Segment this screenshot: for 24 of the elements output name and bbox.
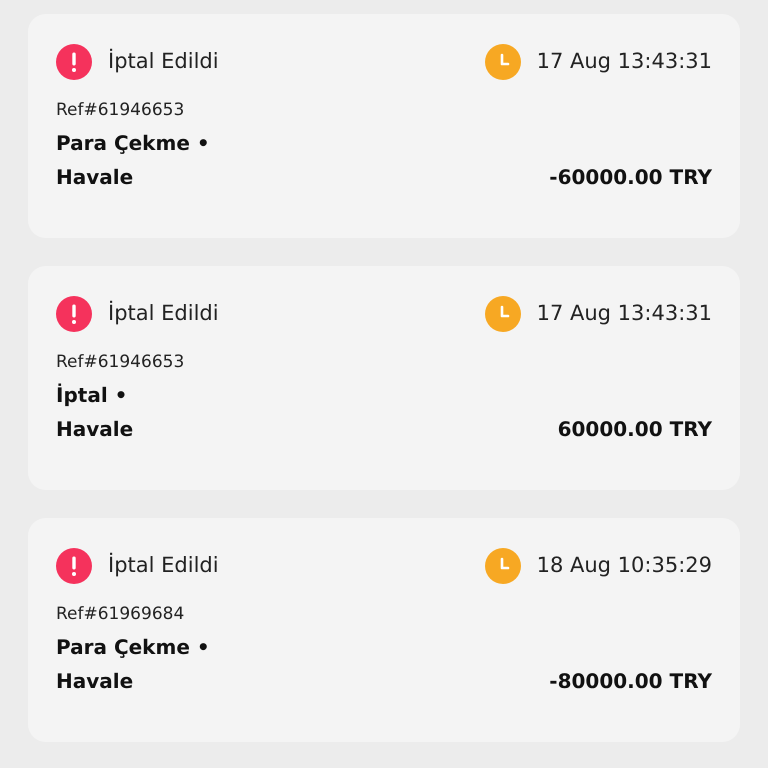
reference-number: Ref#61969684 [56, 603, 184, 626]
timestamp: 17 Aug 13:43:31 [536, 48, 712, 76]
status-label: İptal Edildi [108, 300, 219, 328]
transaction-type: İptal • [56, 382, 128, 408]
status-label: İptal Edildi [108, 48, 219, 76]
timestamp: 17 Aug 13:43:31 [536, 300, 712, 328]
amount: -60000.00 TRY [549, 164, 712, 190]
timestamp: 18 Aug 10:35:29 [536, 552, 712, 580]
alert-icon [56, 296, 92, 332]
reference-number: Ref#61946653 [56, 351, 184, 374]
amount: -80000.00 TRY [549, 668, 712, 694]
alert-icon [56, 548, 92, 584]
transaction-type: Para Çekme • [56, 634, 210, 660]
payment-method: Havale [56, 668, 134, 694]
clock-icon [484, 296, 521, 332]
clock-icon [484, 44, 521, 80]
transaction-type: Para Çekme • [56, 130, 210, 156]
status-label: İptal Edildi [108, 552, 219, 580]
alert-icon [56, 44, 92, 80]
reference-number: Ref#61946653 [56, 99, 184, 122]
amount: 60000.00 TRY [558, 416, 712, 442]
payment-method: Havale [56, 164, 134, 190]
clock-icon [484, 548, 521, 584]
payment-method: Havale [56, 416, 134, 442]
